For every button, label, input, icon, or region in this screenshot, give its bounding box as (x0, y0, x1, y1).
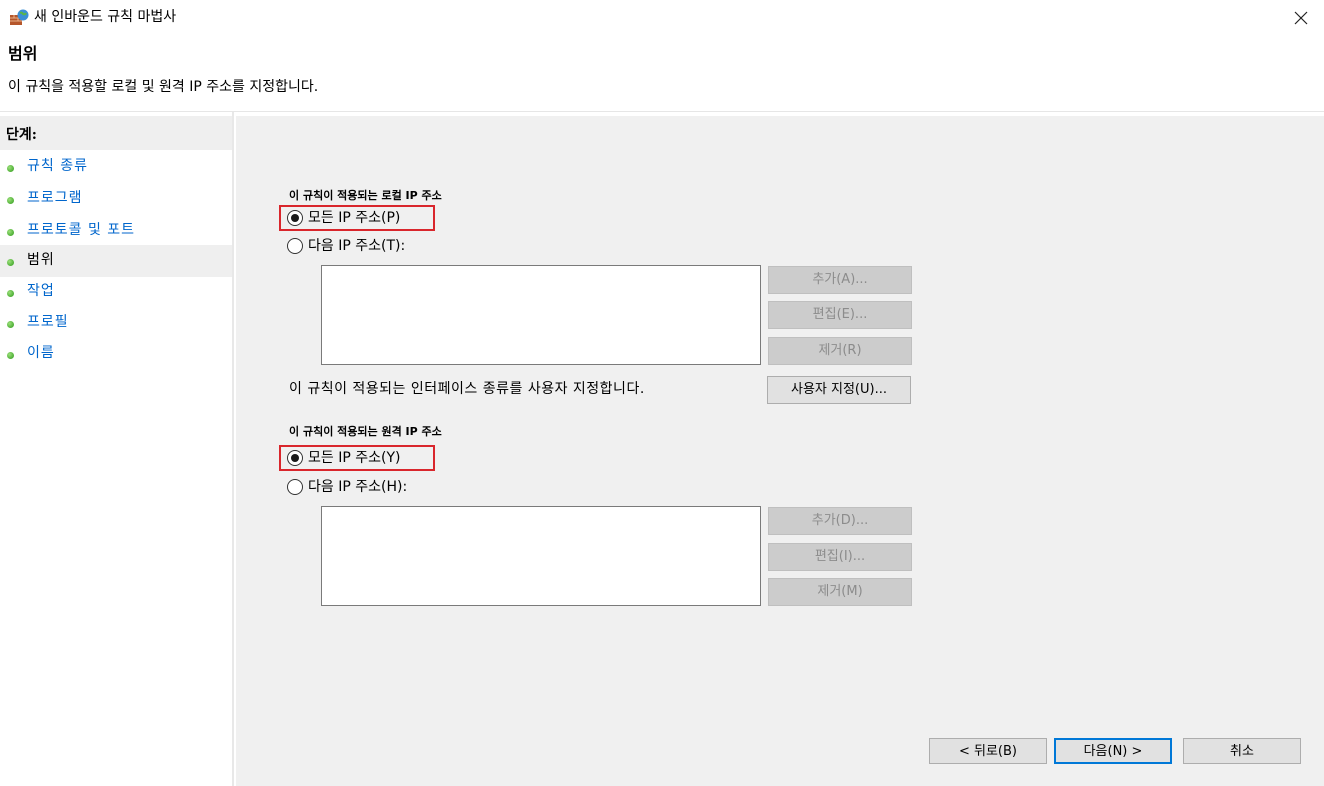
local-ip-section-title: 이 규칙이 적용되는 로컬 IP 주소 (289, 189, 442, 202)
step-bullet-icon (7, 165, 14, 172)
radio-checked-icon (287, 450, 303, 466)
cancel-button[interactable]: 취소 (1183, 738, 1301, 764)
title-bar: 새 인바운드 규칙 마법사 (0, 0, 1324, 36)
step-bullet-icon (7, 290, 14, 297)
page-description: 이 규칙을 적용할 로컬 및 원격 IP 주소를 지정합니다. (8, 79, 319, 95)
close-button[interactable] (1278, 0, 1324, 36)
step-scope[interactable]: 범위 (0, 245, 232, 277)
customize-interface-button[interactable]: 사용자 지정(U)... (767, 376, 911, 404)
local-add-button[interactable]: 추가(A)... (768, 266, 912, 294)
step-program[interactable]: 프로그램 (0, 183, 232, 215)
steps-heading: 단계: (0, 116, 232, 150)
remote-specific-ip-radio[interactable]: 다음 IP 주소(H): (287, 476, 407, 498)
step-bullet-icon (7, 229, 14, 236)
interface-customize-text: 이 규칙이 적용되는 인터페이스 종류를 사용자 지정합니다. (289, 381, 645, 397)
step-protocol-port[interactable]: 프로토콜 및 포트 (0, 215, 232, 247)
local-ip-list[interactable] (321, 265, 761, 365)
step-bullet-icon (7, 321, 14, 328)
radio-unchecked-icon (287, 479, 303, 495)
step-rule-type[interactable]: 규칙 종류 (0, 151, 232, 183)
main-panel: 이 규칙이 적용되는 로컬 IP 주소 모든 IP 주소(P) 다음 IP 주소… (236, 116, 1324, 786)
remote-edit-button[interactable]: 편집(I)... (768, 543, 912, 571)
local-any-ip-radio[interactable]: 모든 IP 주소(P) (287, 207, 400, 229)
remote-remove-button[interactable]: 제거(M) (768, 578, 912, 606)
next-button[interactable]: 다음(N) > (1054, 738, 1172, 764)
local-specific-ip-radio[interactable]: 다음 IP 주소(T): (287, 235, 405, 257)
local-edit-button[interactable]: 편집(E)... (768, 301, 912, 329)
window-title: 새 인바운드 규칙 마법사 (34, 9, 177, 25)
remote-ip-list[interactable] (321, 506, 761, 606)
sidebar-divider (232, 112, 234, 786)
remote-ip-section-title: 이 규칙이 적용되는 원격 IP 주소 (289, 425, 442, 438)
remote-add-button[interactable]: 추가(D)... (768, 507, 912, 535)
remote-any-ip-radio[interactable]: 모든 IP 주소(Y) (287, 447, 400, 469)
step-bullet-icon (7, 197, 14, 204)
firewall-icon (9, 9, 29, 27)
page-header: 범위 이 규칙을 적용할 로컬 및 원격 IP 주소를 지정합니다. (0, 36, 1324, 112)
back-button[interactable]: < 뒤로(B) (929, 738, 1047, 764)
step-bullet-icon (7, 352, 14, 359)
radio-checked-icon (287, 210, 303, 226)
radio-unchecked-icon (287, 238, 303, 254)
step-profile[interactable]: 프로필 (0, 307, 232, 339)
step-bullet-icon (7, 259, 14, 266)
steps-sidebar: 단계: 규칙 종류 프로그램 프로토콜 및 포트 범위 작업 프로필 이름 (0, 112, 234, 786)
step-name[interactable]: 이름 (0, 338, 232, 370)
close-icon (1294, 11, 1308, 25)
step-action[interactable]: 작업 (0, 276, 232, 308)
local-remove-button[interactable]: 제거(R) (768, 337, 912, 365)
page-title: 범위 (8, 44, 38, 63)
